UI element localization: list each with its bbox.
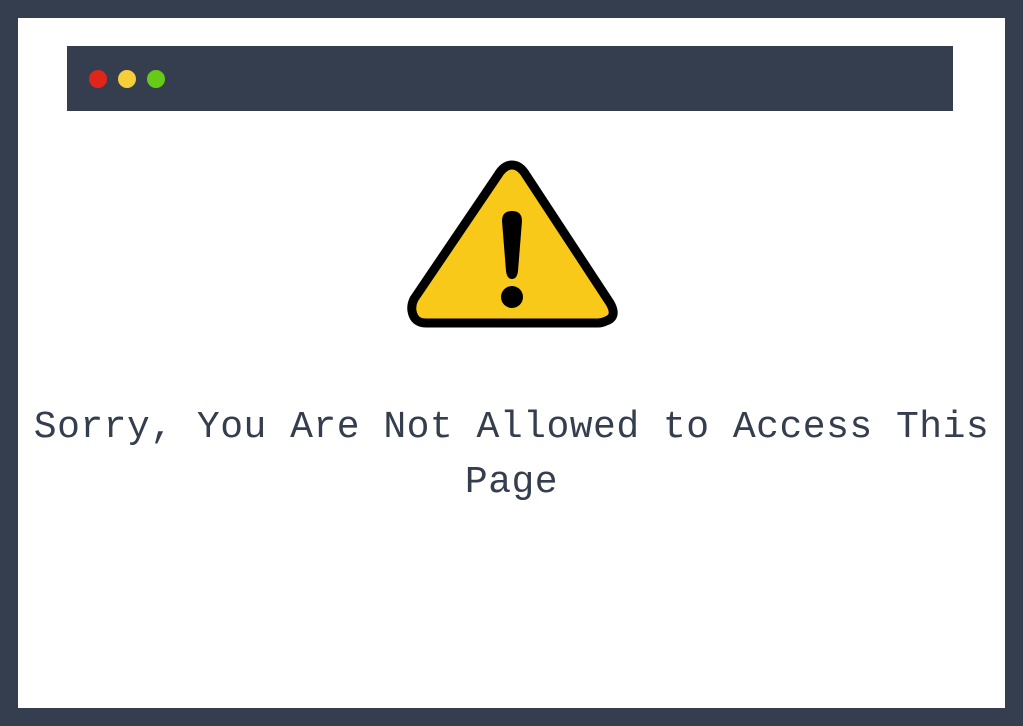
- close-button[interactable]: [89, 70, 107, 88]
- minimize-button[interactable]: [118, 70, 136, 88]
- window-frame: Sorry, You Are Not Allowed to Access Thi…: [0, 0, 1023, 726]
- maximize-button[interactable]: [147, 70, 165, 88]
- traffic-lights: [89, 70, 165, 88]
- window-content: Sorry, You Are Not Allowed to Access Thi…: [18, 18, 1005, 708]
- warning-icon: [402, 159, 622, 329]
- title-bar: [67, 46, 953, 111]
- error-message: Sorry, You Are Not Allowed to Access Thi…: [18, 400, 1005, 510]
